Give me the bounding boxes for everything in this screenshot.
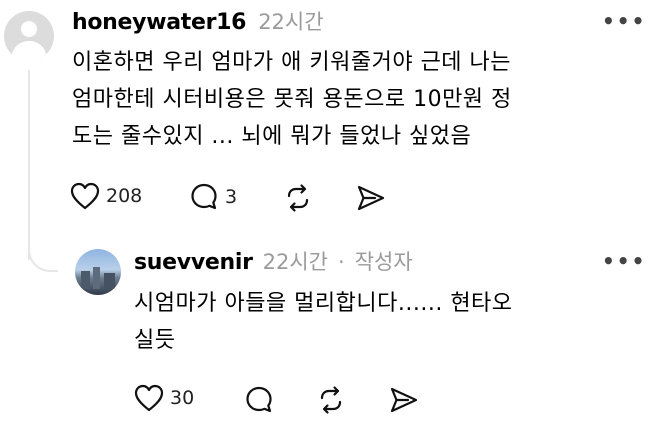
- comment-line-1: 이혼하면 우리 엄마가 애 키워줄거야 근데 나는: [72, 50, 512, 75]
- reply-line-1: 시엄마가 아들을 멀리합니다...... 현타오: [134, 291, 513, 316]
- reply-like-button[interactable]: 30: [134, 384, 194, 412]
- comment-line-3: 도는 줄수있지 ... 뇌에 뭐가 들었나 싶었음: [72, 124, 472, 149]
- comment-header: honeywater16 22시간: [72, 6, 324, 36]
- comment-more-icon[interactable]: •••: [602, 9, 646, 33]
- reply-username[interactable]: suevvenir: [134, 250, 253, 275]
- comment-icon: [189, 182, 219, 212]
- reply-more-icon[interactable]: •••: [602, 249, 646, 273]
- comment-reply-count: 3: [225, 186, 238, 208]
- avatar-honeywater16[interactable]: [4, 11, 54, 61]
- comment-repost-button[interactable]: [283, 183, 313, 213]
- comment-like-count: 208: [106, 185, 143, 207]
- heart-icon: [134, 384, 164, 412]
- comment-share-button[interactable]: [355, 183, 387, 213]
- thread-line: [28, 70, 30, 260]
- thread-connector: [28, 240, 58, 272]
- reply-header: suevvenir 22시간 · 작성자: [134, 246, 413, 276]
- share-icon: [388, 385, 420, 415]
- comment-icon: [244, 385, 274, 415]
- author-tag: 작성자: [354, 250, 413, 274]
- reply-like-count: 30: [170, 387, 195, 409]
- avatar-suevvenir[interactable]: [75, 249, 121, 295]
- comment-body: 이혼하면 우리 엄마가 애 키워줄거야 근데 나는 엄마한테 시터비용은 못줘 …: [72, 44, 642, 155]
- reply-time: 22시간: [262, 250, 329, 274]
- reply-comment-button[interactable]: [244, 385, 274, 415]
- avatar-photo-detail: [93, 267, 100, 289]
- avatar-body: [12, 41, 46, 61]
- avatar-photo-detail: [104, 273, 115, 289]
- comment-like-button[interactable]: 208: [70, 182, 142, 210]
- heart-icon: [70, 182, 100, 210]
- share-icon: [355, 183, 387, 213]
- comment-line-2: 엄마한테 시터비용은 못줘 용돈으로 10만원 정: [72, 87, 512, 112]
- reply-body: 시엄마가 아들을 멀리합니다...... 현타오 실듯: [134, 285, 634, 359]
- avatar-photo-detail: [81, 271, 90, 289]
- reply-separator: ·: [338, 250, 345, 274]
- reply-share-button[interactable]: [388, 385, 420, 415]
- comment-username[interactable]: honeywater16: [72, 10, 246, 35]
- reply-line-2: 실듯: [134, 328, 176, 353]
- avatar-head: [21, 21, 37, 37]
- repost-icon: [316, 385, 346, 415]
- comment-time: 22시간: [258, 10, 324, 34]
- reply-repost-button[interactable]: [316, 385, 346, 415]
- repost-icon: [283, 183, 313, 213]
- comment-reply-button[interactable]: 3: [189, 182, 237, 212]
